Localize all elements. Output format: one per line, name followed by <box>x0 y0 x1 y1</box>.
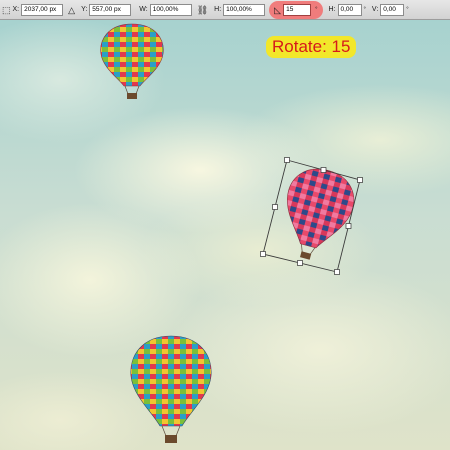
transform-handle-bottom-right[interactable] <box>334 269 340 275</box>
transform-handle-bottom[interactable] <box>297 260 303 266</box>
transform-handle-top-left[interactable] <box>284 157 290 163</box>
transform-handle-bottom-left[interactable] <box>260 251 266 257</box>
transform-handle-top[interactable] <box>320 167 327 173</box>
transform-handle-right[interactable] <box>345 223 352 229</box>
transform-handle-left[interactable] <box>272 204 278 210</box>
transform-handle-top-right[interactable] <box>357 177 363 183</box>
transform-bounding-box[interactable] <box>0 0 450 450</box>
rotate-annotation-label: Rotate: 15 <box>266 36 357 58</box>
